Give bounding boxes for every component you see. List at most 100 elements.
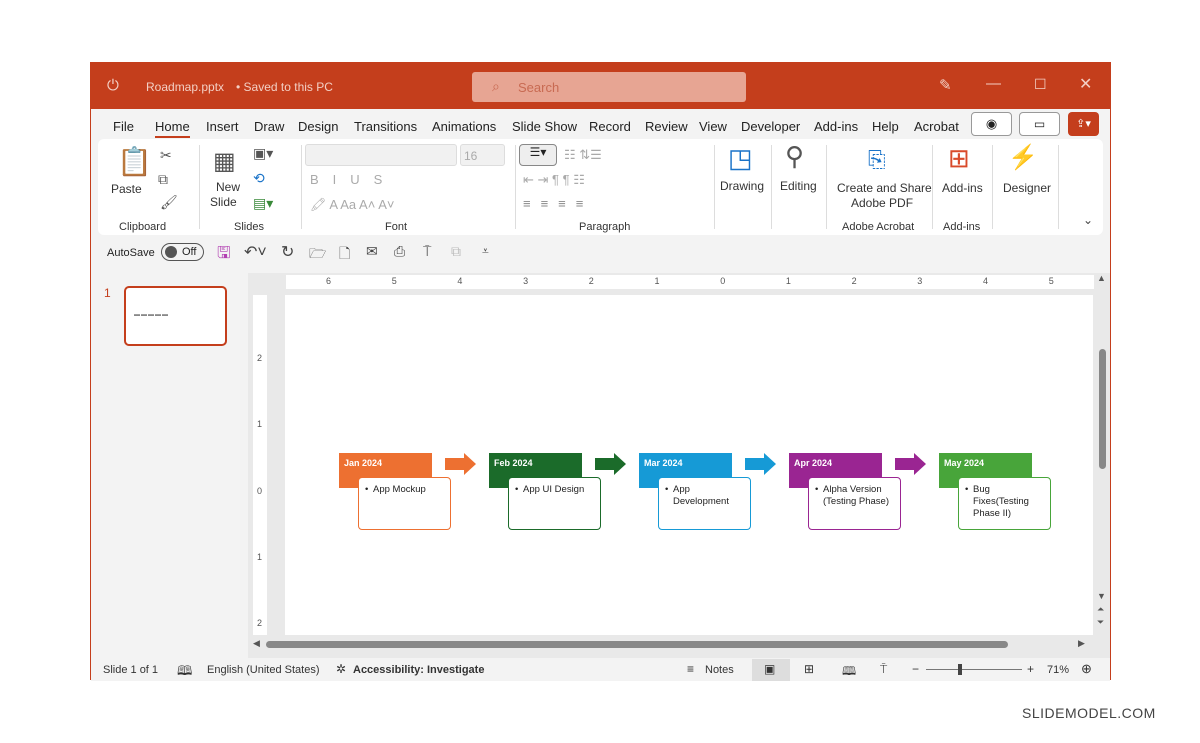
new-slide-icon[interactable]: ▦	[213, 147, 236, 176]
tab-animations[interactable]: Animations	[432, 119, 496, 134]
scroll-left-icon[interactable]: ◀	[253, 638, 260, 649]
cut-icon[interactable]: ✂	[160, 147, 172, 164]
vertical-scrollbar[interactable]	[1099, 349, 1106, 469]
reset-icon[interactable]: ⟲	[253, 170, 265, 187]
save-icon[interactable]: 🖫	[217, 242, 231, 269]
tab-draw[interactable]: Draw	[254, 119, 284, 134]
milestone-task[interactable]: Bug Fixes(Testing Phase II)	[958, 477, 1051, 530]
close-button[interactable]: ✕	[1079, 74, 1092, 94]
bullets-button[interactable]: ☰▾	[519, 144, 557, 166]
numbering-icon[interactable]: ☷ ⇅☰	[564, 147, 602, 163]
create-share-pdf-button[interactable]: Create and Share	[837, 181, 932, 195]
paste-icon[interactable]: 📋	[117, 145, 152, 178]
redo-icon[interactable]: ↻	[281, 242, 294, 262]
designer-button[interactable]: Designer	[1003, 181, 1051, 195]
drawing-icon[interactable]: ◳	[728, 143, 753, 174]
previous-slide-icon[interactable]: ⏶	[1097, 604, 1104, 615]
tab-acrobat[interactable]: Acrobat	[914, 119, 959, 134]
add-ins-button[interactable]: Add-ins	[942, 181, 983, 195]
milestone-task[interactable]: App Development	[658, 477, 751, 530]
language-status[interactable]: English (United States)	[207, 664, 320, 676]
horizontal-scrollbar[interactable]	[266, 641, 1008, 648]
copilot-icon[interactable]: ✎	[939, 76, 952, 94]
tab-design[interactable]: Design	[298, 119, 338, 134]
layout-icon[interactable]: ▣▾	[253, 145, 273, 162]
milestone-task[interactable]: Alpha Version (Testing Phase)	[808, 477, 901, 530]
tab-developer[interactable]: Developer	[741, 119, 800, 134]
new-file-icon[interactable]: 🗋	[339, 243, 350, 267]
next-slide-icon[interactable]: ⏷	[1097, 617, 1104, 628]
accessibility-status[interactable]: Accessibility: Investigate	[353, 664, 484, 676]
normal-view-icon: ▣	[764, 662, 776, 676]
font-name-input[interactable]	[305, 144, 457, 166]
maximize-button[interactable]: ☐	[1034, 76, 1047, 93]
save-status[interactable]: • Saved to this PC	[236, 80, 333, 94]
slide-sorter-icon[interactable]: ⊞	[804, 662, 814, 676]
undo-icon[interactable]: ↶˅	[244, 242, 267, 262]
paste-button[interactable]: Paste	[111, 182, 142, 196]
tab-review[interactable]: Review	[645, 119, 688, 134]
designer-icon[interactable]: ⚡	[1008, 143, 1038, 172]
reading-view-icon[interactable]: 🕮	[842, 662, 856, 683]
search-input[interactable]: ⌕ Search	[472, 72, 746, 102]
copy-icon[interactable]: ⧉	[158, 171, 168, 188]
new-slide-label[interactable]: New	[216, 180, 240, 194]
autosave-toggle[interactable]: Off	[161, 243, 204, 261]
tab-slide-show[interactable]: Slide Show	[512, 119, 577, 134]
spelling-icon[interactable]: 🕮	[177, 662, 192, 684]
slide-counter: Slide 1 of 1	[103, 664, 159, 676]
milestone-task[interactable]: App UI Design	[508, 477, 601, 530]
slide-thumbnail[interactable]: ▬▬▬▬▬	[124, 286, 227, 346]
zoom-slider-thumb[interactable]	[958, 664, 962, 675]
ruler-label: 2	[851, 276, 857, 286]
print-icon[interactable]: ⎙	[394, 243, 405, 260]
customize-toolbar-icon[interactable]: ⩡	[482, 244, 489, 259]
search-editing-icon[interactable]: ⚲	[785, 141, 804, 172]
present-icon[interactable]: ⍑	[423, 243, 431, 260]
fit-slide-icon[interactable]: ⊕	[1081, 661, 1092, 677]
zoom-level[interactable]: 71%	[1047, 664, 1069, 676]
slide-canvas[interactable]: Jan 2024App MockupFeb 2024App UI DesignM…	[285, 295, 1093, 635]
tab-home[interactable]: Home	[155, 119, 190, 138]
section-icon[interactable]: ▤▾	[253, 195, 273, 212]
comments-button[interactable]: ▭	[1019, 112, 1060, 136]
tab-transitions[interactable]: Transitions	[354, 119, 417, 134]
arrow-right-icon	[595, 453, 626, 475]
normal-view-button[interactable]: ▣	[752, 659, 790, 681]
indent-icons[interactable]: ⇤ ⇥ ¶ ¶ ☷	[523, 172, 585, 188]
font-format-buttons[interactable]: BIUS	[310, 172, 396, 187]
milestone-task[interactable]: App Mockup	[358, 477, 451, 530]
adobe-pdf-icon[interactable]: ⎘	[868, 147, 886, 173]
format-painter-icon[interactable]: 🖌	[160, 194, 178, 211]
minimize-button[interactable]: —	[986, 75, 1001, 92]
tab-add-ins[interactable]: Add-ins	[814, 119, 858, 134]
group-clipboard: Clipboard	[119, 221, 167, 233]
editing-button[interactable]: Editing	[780, 179, 817, 193]
share-button[interactable]: ⇪▾	[1068, 112, 1099, 136]
zoom-out-button[interactable]: −	[912, 662, 919, 676]
scroll-up-icon[interactable]: ▲	[1097, 273, 1106, 283]
tab-insert[interactable]: Insert	[206, 119, 239, 134]
create-share-pdf-label[interactable]: Adobe PDF	[851, 196, 913, 210]
font-size-input[interactable]: 16	[460, 144, 505, 166]
zoom-in-button[interactable]: +	[1027, 662, 1034, 676]
tab-record[interactable]: Record	[589, 119, 631, 134]
highlight-color-icon[interactable]: 🖍 A Aa A˄ A˅	[310, 197, 394, 213]
duplicate-icon[interactable]: ⧉	[451, 243, 461, 260]
align-icons[interactable]: ≡≡≡≡	[523, 196, 593, 211]
new-slide-button[interactable]: Slide	[210, 195, 237, 209]
notes-button[interactable]: Notes	[705, 664, 734, 676]
tab-file[interactable]: File	[113, 119, 134, 134]
tab-view[interactable]: View	[699, 119, 727, 134]
scroll-down-icon[interactable]: ▼	[1097, 591, 1106, 601]
record-button[interactable]: ◉	[971, 112, 1012, 136]
open-icon[interactable]: 🗁	[309, 243, 326, 267]
zoom-slider[interactable]	[926, 669, 1022, 670]
email-icon[interactable]: ✉	[366, 243, 378, 260]
add-ins-icon[interactable]: ⊞	[948, 143, 970, 174]
drawing-button[interactable]: Drawing	[720, 179, 764, 193]
slideshow-icon[interactable]: ⍑	[880, 662, 887, 677]
scroll-right-icon[interactable]: ▶	[1078, 638, 1085, 649]
collapse-ribbon-icon[interactable]: ⌄	[1083, 213, 1093, 227]
tab-help[interactable]: Help	[872, 119, 899, 134]
